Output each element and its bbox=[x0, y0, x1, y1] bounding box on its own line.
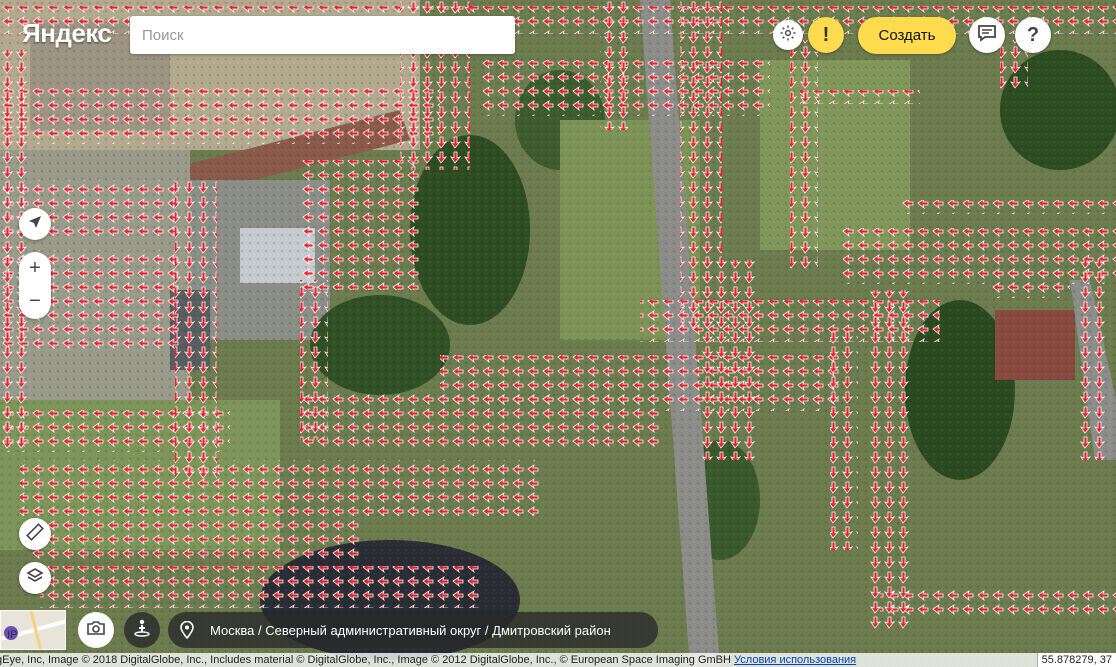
location-breadcrumb[interactable]: Москва / Северный административный округ… bbox=[168, 612, 658, 648]
mini-map-switch[interactable]: IP bbox=[0, 610, 66, 650]
feedback-button[interactable] bbox=[969, 17, 1005, 53]
chat-icon bbox=[977, 24, 997, 47]
panorama-button[interactable] bbox=[124, 612, 160, 648]
ruler-icon bbox=[26, 522, 44, 546]
satellite-map[interactable] bbox=[0, 0, 1116, 667]
help-icon: ? bbox=[1026, 23, 1040, 46]
search-box[interactable] bbox=[130, 16, 515, 54]
photos-button[interactable] bbox=[78, 612, 114, 648]
search-input[interactable] bbox=[140, 25, 505, 45]
locate-arrow-icon bbox=[27, 214, 43, 235]
copyright-label: gEye, Inc, Image © 2018 DigitalGlobe, In… bbox=[0, 654, 731, 666]
coordinates-readout: 55.878279, 37 bbox=[1036, 653, 1116, 667]
mini-map-label: IP bbox=[7, 629, 18, 641]
camera-icon bbox=[86, 620, 106, 641]
zoom-control: + − bbox=[19, 252, 51, 319]
gear-icon bbox=[779, 24, 797, 46]
zoom-in-button[interactable]: + bbox=[19, 252, 51, 285]
zoom-out-button[interactable]: − bbox=[19, 285, 51, 318]
terms-link[interactable]: Условия использования bbox=[734, 654, 856, 666]
create-button[interactable]: Создать bbox=[858, 17, 956, 54]
layers-button[interactable] bbox=[19, 562, 51, 594]
breadcrumb-text: Москва / Северный административный округ… bbox=[210, 622, 611, 638]
locate-button[interactable] bbox=[19, 208, 51, 240]
help-button[interactable]: ? bbox=[1015, 17, 1051, 53]
attribution-bar: gEye, Inc, Image © 2018 DigitalGlobe, In… bbox=[0, 653, 1116, 667]
panorama-person-icon bbox=[132, 618, 152, 643]
ruler-button[interactable] bbox=[19, 518, 51, 550]
report-error-button[interactable]: ! bbox=[808, 17, 844, 53]
settings-button[interactable] bbox=[773, 20, 803, 50]
layers-icon bbox=[26, 567, 44, 590]
yandex-logo[interactable]: Яндекс bbox=[22, 18, 112, 49]
copyright-text: gEye, Inc, Image © 2018 DigitalGlobe, In… bbox=[0, 653, 856, 667]
pin-icon bbox=[180, 621, 200, 639]
warning-icon: ! bbox=[822, 23, 830, 46]
